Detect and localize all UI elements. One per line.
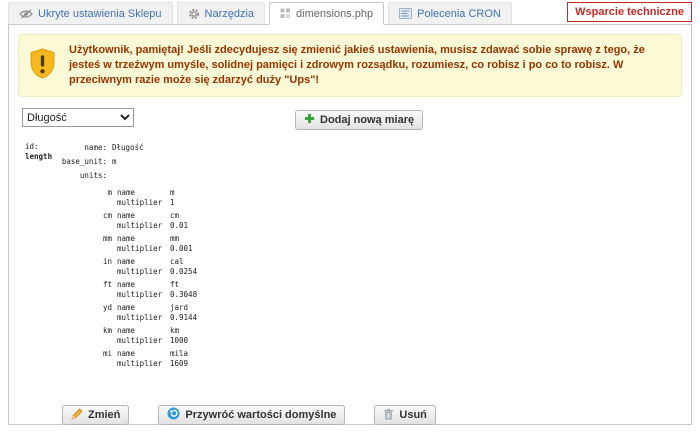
tab-narzedzia[interactable]: Narzędzia	[177, 2, 266, 24]
unit-multiplier: 0.01	[170, 221, 188, 230]
unit-prop-label: name	[117, 303, 170, 313]
unit-prop-label: name	[117, 280, 170, 290]
eye-off-icon	[19, 9, 33, 19]
unit-prop-label: name	[117, 349, 170, 359]
unit-prop-label: multiplier	[117, 198, 170, 208]
unit-prop-label: name	[117, 326, 170, 336]
unit-prop-label: multiplier	[117, 267, 170, 277]
unit-prop-label: name	[117, 211, 170, 221]
tab-ukryte-ustawienia-sklepu[interactable]: Ukryte ustawienia Sklepu	[8, 2, 173, 24]
plus-icon	[304, 113, 315, 127]
tab-label: dimensions.php	[296, 8, 373, 20]
unit-multiplier: 0.3048	[170, 290, 197, 299]
support-link[interactable]: Wsparcie techniczne	[567, 2, 692, 22]
grid-icon	[280, 8, 291, 19]
dimension-dump: id: length name:Długość base_unit:m unit…	[25, 143, 691, 369]
field-key: units:	[25, 171, 107, 181]
unit-prop-label: multiplier	[117, 359, 170, 369]
unit-prop-label: name	[117, 257, 170, 267]
unit-code: km	[25, 326, 112, 346]
unit-name: cal	[170, 257, 184, 266]
unit-prop-label: multiplier	[117, 221, 170, 231]
field-row: units:	[25, 171, 691, 181]
field-row: base_unit:m	[25, 157, 691, 167]
unit-row: ft nameft multiplier0.3048	[25, 280, 691, 300]
pencil-icon	[71, 408, 83, 423]
unit-prop-label: multiplier	[117, 290, 170, 300]
unit-row: m namem multiplier1	[25, 188, 691, 208]
tab-label: Narzędzia	[205, 8, 255, 20]
unit-code: yd	[25, 303, 112, 323]
unit-name: ft	[170, 280, 179, 289]
unit-name: m	[170, 188, 175, 197]
change-button[interactable]: Zmień	[62, 405, 129, 425]
unit-multiplier: 0.001	[170, 244, 193, 253]
unit-name: km	[170, 326, 179, 335]
controls-row: Długość Dodaj nową miarę	[22, 108, 691, 130]
unit-prop-label: name	[117, 188, 170, 198]
units-list: m namem multiplier1 cm namecm multiplier…	[25, 188, 691, 369]
unit-code: in	[25, 257, 112, 277]
delete-label: Usuń	[399, 409, 427, 421]
field-value	[107, 171, 112, 180]
change-label: Zmień	[88, 409, 120, 421]
unit-prop-label: multiplier	[117, 313, 170, 323]
id-label: id:	[25, 142, 52, 152]
unit-row: cm namecm multiplier0.01	[25, 211, 691, 231]
unit-multiplier: 0.9144	[170, 313, 197, 322]
tab-dimensions-php[interactable]: dimensions.php	[269, 2, 384, 25]
measure-select[interactable]: Długość	[22, 108, 134, 127]
unit-prop-label: name	[117, 234, 170, 244]
unit-row: yd namejard multiplier0.9144	[25, 303, 691, 323]
unit-row: mi namemila multiplier1609	[25, 349, 691, 369]
id-value: length	[25, 152, 52, 162]
unit-code: cm	[25, 211, 112, 231]
unit-row: mm namemm multiplier0.001	[25, 234, 691, 254]
unit-name: jard	[170, 303, 188, 312]
unit-multiplier: 0.0254	[170, 267, 197, 276]
unit-name: mila	[170, 349, 188, 358]
field-value: m	[107, 157, 117, 166]
dimension-fields: name:Długość base_unit:m units: m namem …	[25, 143, 691, 369]
shield-warning-icon	[29, 48, 56, 84]
unit-multiplier: 1609	[170, 359, 188, 368]
unit-row: in namecal multiplier0.0254	[25, 257, 691, 277]
unit-code: mi	[25, 349, 112, 369]
list-icon	[399, 8, 412, 19]
actions-row: Zmień Przywróć wartości domyślne Usuń	[62, 405, 691, 425]
field-value: Długość	[107, 143, 144, 152]
unit-code: ft	[25, 280, 112, 300]
unit-multiplier: 1000	[170, 336, 188, 345]
add-measure-label: Dodaj nową miarę	[320, 114, 414, 126]
gear-icon	[188, 8, 200, 20]
unit-name: mm	[170, 234, 179, 243]
field-row: name:Długość	[25, 143, 691, 153]
unit-prop-label: multiplier	[117, 336, 170, 346]
undo-icon	[167, 407, 180, 423]
unit-multiplier: 1	[170, 198, 175, 207]
tab-polecenia-cron[interactable]: Polecenia CRON	[388, 2, 512, 24]
restore-defaults-label: Przywróć wartości domyślne	[185, 409, 336, 421]
delete-button[interactable]: Usuń	[374, 405, 436, 425]
tab-label: Polecenia CRON	[417, 8, 501, 20]
unit-name: cm	[170, 211, 179, 220]
unit-code: mm	[25, 234, 112, 254]
add-measure-button[interactable]: Dodaj nową miarę	[295, 110, 423, 130]
restore-defaults-button[interactable]: Przywróć wartości domyślne	[158, 405, 345, 425]
unit-code: m	[25, 188, 112, 208]
dimension-id: id: length	[25, 142, 52, 162]
tab-bar: Ukryte ustawienia Sklepu Narzędzia dimen…	[8, 2, 692, 24]
warning-banner: Użytkownik, pamiętaj! Jeśli zdecydujesz …	[18, 34, 682, 97]
content-panel: Użytkownik, pamiętaj! Jeśli zdecydujesz …	[8, 24, 692, 425]
unit-prop-label: multiplier	[117, 244, 170, 254]
unit-row: km namekm multiplier1000	[25, 326, 691, 346]
trash-icon	[383, 408, 394, 423]
warning-text: Użytkownik, pamiętaj! Jeśli zdecydujesz …	[69, 43, 671, 88]
tab-label: Ukryte ustawienia Sklepu	[38, 8, 162, 20]
